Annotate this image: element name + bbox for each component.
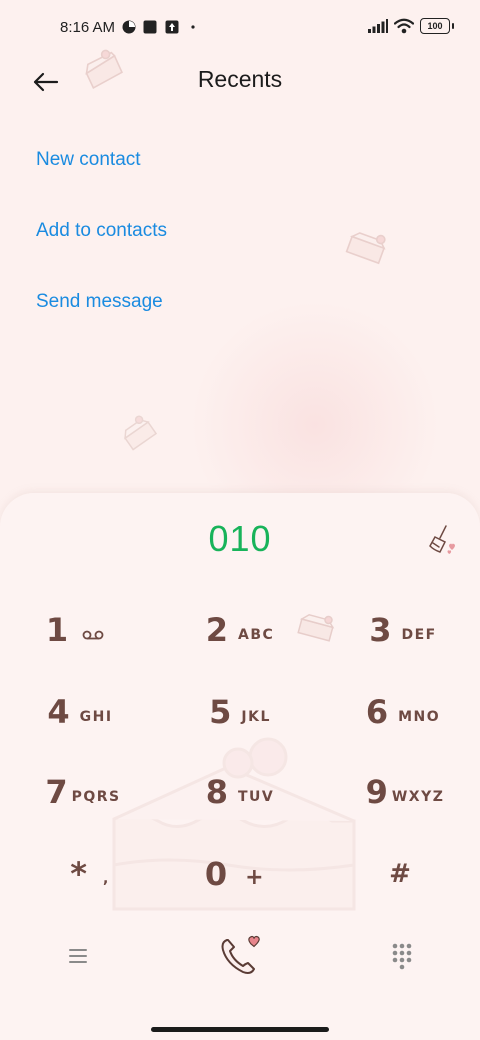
key-letters: TUV [238, 789, 275, 805]
key-digit: 8 [205, 773, 228, 811]
key-letters: DEF [401, 627, 437, 643]
key-letters: ABC [237, 627, 275, 643]
upload-icon [165, 20, 179, 34]
signal-icon [368, 19, 388, 33]
key-digit: 5 [209, 693, 232, 731]
key-digit: 6 [365, 693, 389, 731]
new-contact-link[interactable]: New contact [36, 149, 141, 171]
dial-key-star[interactable]: * , [15, 842, 165, 906]
status-bar: 8:16 AM 100 [0, 0, 480, 56]
clear-dial-button[interactable] [424, 522, 460, 558]
broom-icon [429, 525, 455, 554]
status-right: 100 [368, 18, 454, 34]
key-letters: PQRS [71, 789, 121, 805]
key-letters: WXYZ [391, 789, 445, 805]
key-letters: GHI [79, 709, 113, 725]
menu-icon [69, 949, 87, 963]
app-notification-icon [143, 20, 157, 34]
key-digit: 0 [204, 855, 228, 893]
key-letters: MNO [398, 709, 441, 725]
dial-key-0[interactable]: 0 + [160, 842, 310, 906]
key-digit: 7 [45, 773, 68, 811]
dial-key-6[interactable]: 6 MNO [328, 680, 478, 744]
dial-key-4[interactable]: 4 GHI [5, 680, 155, 744]
data-saver-icon [122, 20, 136, 34]
dial-key-8[interactable]: 8 TUV [165, 760, 315, 824]
wifi-icon [394, 18, 414, 34]
status-time: 8:16 AM [60, 19, 116, 36]
cake-decoration-icon [345, 232, 386, 265]
dial-key-9[interactable]: 9 WXYZ [330, 760, 480, 824]
cake-decoration-icon [124, 415, 158, 451]
key-digit: 4 [47, 693, 70, 731]
menu-button[interactable] [66, 944, 90, 968]
call-button[interactable] [217, 934, 263, 978]
dialed-number[interactable]: 010 [0, 518, 480, 560]
dial-key-3[interactable]: 3 DEF [328, 598, 478, 662]
key-digit: 3 [369, 611, 392, 649]
key-digit: 2 [205, 611, 228, 649]
key-digit: # [389, 859, 411, 889]
dial-key-hash[interactable]: # [325, 842, 475, 906]
keypad-toggle-button[interactable] [390, 942, 414, 970]
dial-key-7[interactable]: 7 PQRS [8, 760, 158, 824]
dial-key-1[interactable]: 1 [0, 598, 150, 662]
battery-indicator: 100 [420, 18, 454, 34]
key-letters: , [102, 871, 110, 887]
send-message-link[interactable]: Send message [36, 291, 163, 313]
key-digit: 9 [365, 773, 388, 811]
dial-key-5[interactable]: 5 JKL [165, 680, 315, 744]
add-to-contacts-link[interactable]: Add to contacts [36, 220, 167, 242]
page-title: Recents [197, 66, 283, 92]
voicemail-icon [82, 630, 104, 640]
more-notifications-icon [191, 25, 195, 29]
phone-heart-icon [221, 935, 260, 974]
key-letters: JKL [241, 709, 271, 725]
home-indicator[interactable] [151, 1027, 329, 1032]
dial-key-2[interactable]: 2 ABC [165, 598, 315, 662]
key-letters: + [245, 864, 266, 890]
dialpad-icon [392, 943, 412, 970]
key-digit: 1 [45, 611, 69, 649]
key-digit: * [70, 855, 87, 893]
